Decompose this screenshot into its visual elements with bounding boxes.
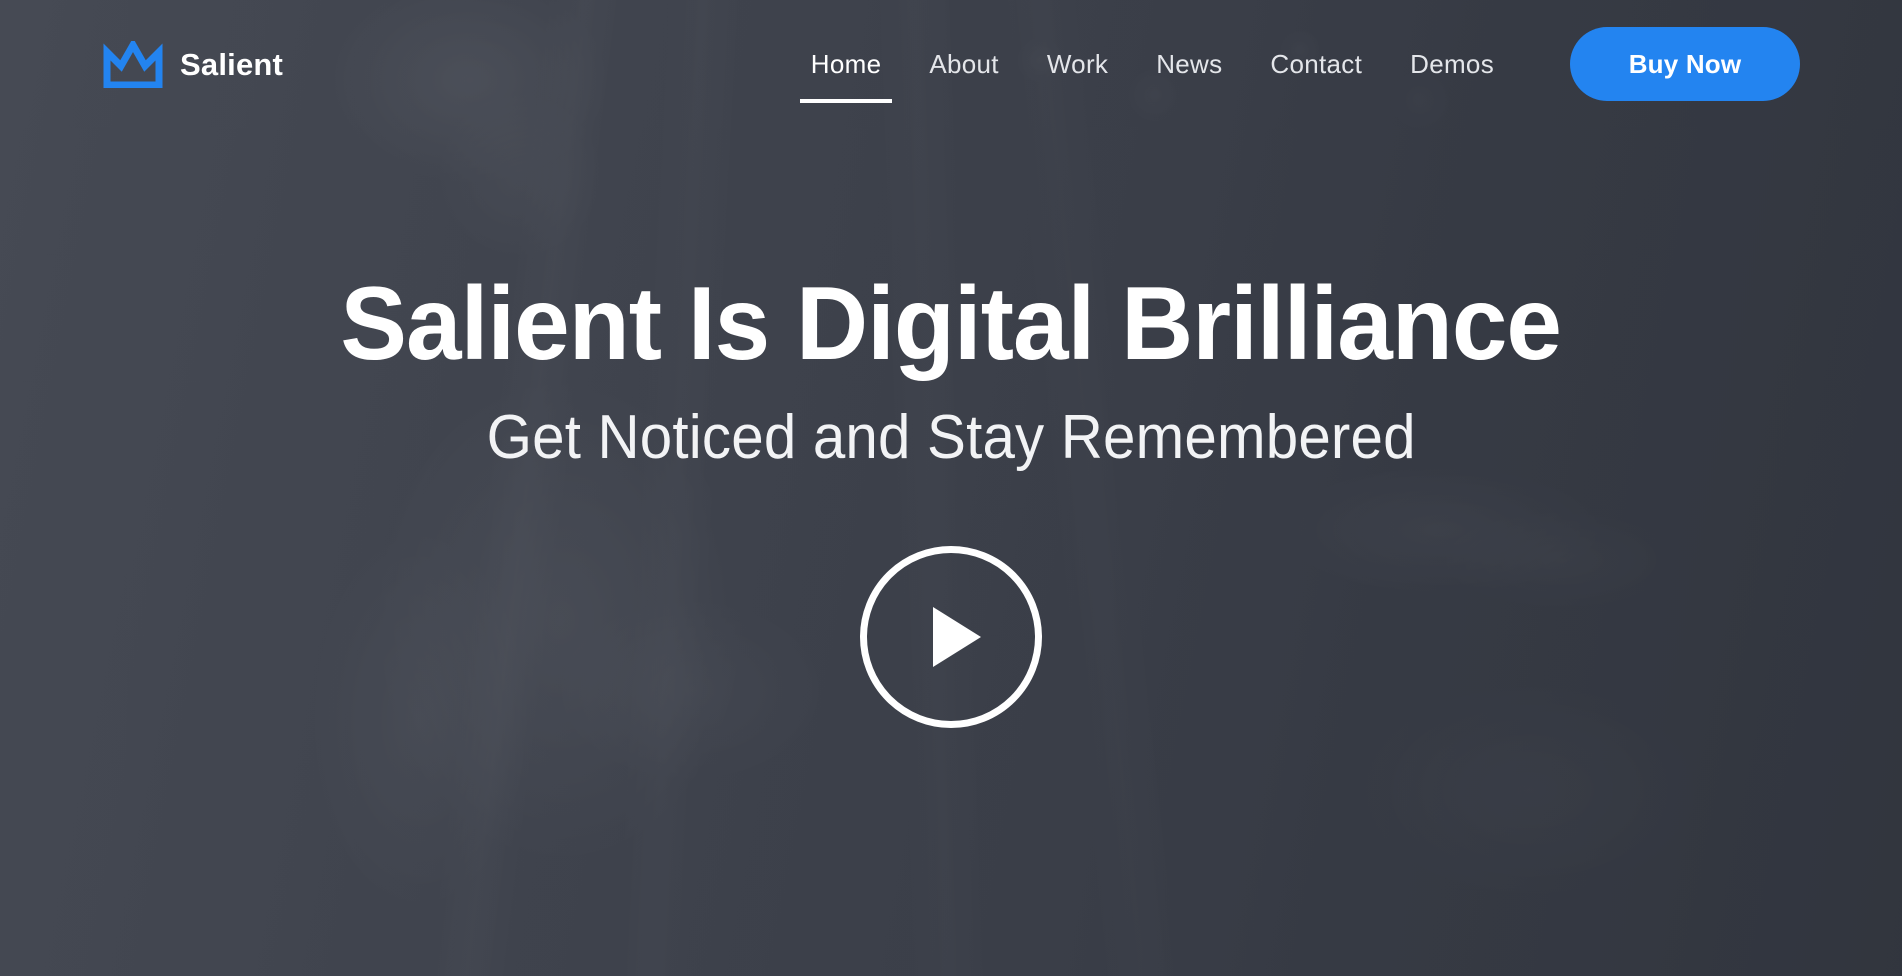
play-icon <box>933 607 981 668</box>
nav-link-news[interactable]: News <box>1132 51 1246 77</box>
hero-title: Salient Is Digital Brilliance <box>340 266 1563 382</box>
nav-link-work[interactable]: Work <box>1023 51 1132 77</box>
nav-item-about: About <box>905 51 1022 77</box>
nav-link-about[interactable]: About <box>905 51 1022 77</box>
nav-link-demos[interactable]: Demos <box>1386 51 1518 77</box>
nav-link-contact[interactable]: Contact <box>1246 51 1386 77</box>
nav-item-contact: Contact <box>1246 51 1386 77</box>
buy-now-button[interactable]: Buy Now <box>1570 27 1800 101</box>
nav-item-news: News <box>1132 51 1246 77</box>
brand-name: Salient <box>180 46 284 82</box>
nav-item-home: Home <box>787 51 906 103</box>
hero-content: Salient Is Digital Brilliance Get Notice… <box>0 0 1902 976</box>
crown-icon <box>102 40 164 88</box>
brand-logo-link[interactable]: Salient <box>102 40 284 88</box>
nav-active-underline <box>800 99 893 103</box>
main-navigation: Salient Home About Work News Contact Dem… <box>0 0 1902 128</box>
nav-link-home[interactable]: Home <box>787 51 906 77</box>
nav-menu: Home About Work News Contact Demos <box>787 51 1518 103</box>
hero-subtitle: Get Noticed and Stay Remembered <box>486 403 1416 472</box>
play-video-button[interactable] <box>860 546 1042 729</box>
nav-item-work: Work <box>1023 51 1132 77</box>
nav-item-demos: Demos <box>1386 51 1518 77</box>
hero-section: Salient Home About Work News Contact Dem… <box>0 0 1902 976</box>
